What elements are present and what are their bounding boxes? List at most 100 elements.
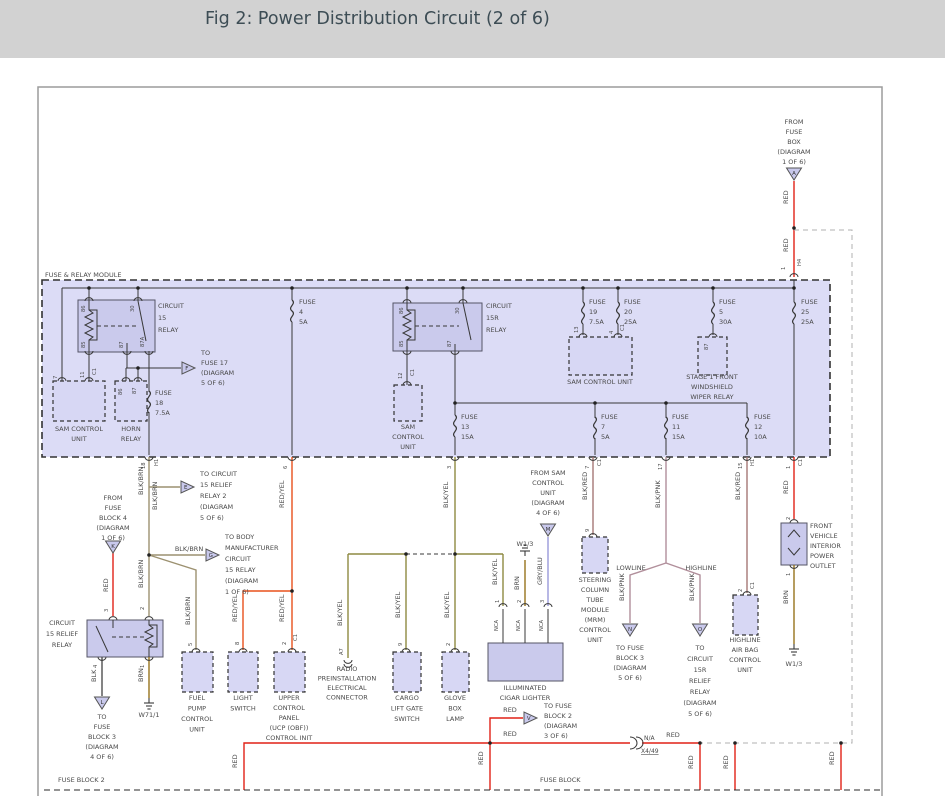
label: 6: [283, 466, 289, 469]
label: TO FUSE: [543, 702, 572, 710]
junction-dot: [664, 401, 668, 405]
label: 4: [299, 308, 303, 316]
highline-air-bag-control-unit-box: [733, 595, 758, 635]
label: (DIAGRAM: [85, 743, 118, 751]
label: RED: [782, 190, 790, 204]
label: NCA: [539, 619, 545, 631]
label: FROM SAM: [530, 469, 565, 477]
junction-dot: [581, 286, 585, 290]
label: RED: [828, 751, 836, 765]
label: BLK/PNK: [654, 480, 662, 508]
label: BLOCK 3: [616, 654, 644, 662]
label: 5 OF 6): [618, 674, 642, 682]
label: RED: [231, 754, 239, 768]
label: CONTROL: [532, 479, 564, 487]
junction-dot: [136, 366, 140, 370]
label: 1: [140, 665, 146, 668]
label: HORN: [121, 425, 141, 433]
label: BOX: [787, 138, 801, 146]
label: MODULE: [581, 606, 609, 614]
label: BLK/YEL: [336, 599, 344, 626]
label: FUSE: [601, 413, 618, 421]
label: BLK/BRN: [184, 596, 192, 625]
label: FRONT: [810, 522, 832, 530]
label: 3: [447, 466, 453, 469]
label: LAMP: [446, 715, 464, 723]
label: BRN: [782, 590, 790, 604]
label: STEERING: [579, 576, 612, 584]
label: H1: [154, 459, 160, 466]
label: 5: [188, 643, 194, 646]
label: RELAY 2: [200, 492, 227, 500]
label: 5: [719, 308, 723, 316]
junction-dot: [488, 741, 492, 745]
label: 5A: [299, 318, 308, 326]
label: BLK/PNK: [688, 573, 696, 601]
label: 2: [282, 642, 288, 645]
label: (DIAGRAM: [613, 664, 646, 672]
label: UPPER: [278, 694, 300, 702]
label: PANEL: [279, 714, 300, 722]
label: 87: [704, 343, 710, 350]
label: 18: [155, 399, 163, 407]
label: BLK/YEL: [394, 591, 402, 618]
label: 2: [738, 589, 744, 592]
label: CIRCUIT: [49, 619, 75, 627]
label: C1: [620, 324, 626, 331]
label: RED: [477, 751, 485, 765]
label: RED: [687, 755, 695, 769]
junction-dot: [792, 226, 796, 230]
label: 8: [235, 642, 241, 645]
label: 1: [786, 573, 792, 576]
junction-dot: [593, 401, 597, 405]
label: RED/YEL: [278, 594, 286, 622]
diagram-connector-letter: E: [184, 485, 188, 491]
label: LOWLINE: [616, 564, 645, 572]
label: 1: [786, 466, 792, 469]
label: FUSE: [801, 298, 818, 306]
label: BLK/BRN: [151, 481, 159, 510]
label: N/A: [644, 735, 656, 742]
label: 7.5A: [589, 318, 604, 326]
junction-dot: [792, 286, 796, 290]
junction-dot: [405, 286, 409, 290]
label: 11: [80, 371, 86, 378]
label: SWITCH: [230, 705, 256, 713]
label: BLK/BRN: [137, 466, 145, 495]
label: UNIT: [400, 443, 416, 451]
label: 7.5A: [155, 409, 170, 417]
label: FUSE BLOCK: [540, 776, 581, 784]
label: FROM: [104, 494, 123, 502]
label: UNIT: [71, 435, 87, 443]
label: BLK/BRN: [175, 545, 204, 553]
label: RELAY: [121, 435, 141, 443]
label: FUSE: [786, 128, 803, 136]
junction-dot: [404, 552, 408, 556]
label: BLK/RED: [734, 472, 742, 500]
label: TUBE: [585, 596, 603, 604]
label: FROM: [785, 118, 804, 126]
diagram-connector-letter: K: [111, 544, 115, 550]
sam-control-unit-box-2: [394, 385, 422, 421]
label: W1/3: [517, 540, 534, 548]
label: BLK/YEL: [442, 481, 450, 508]
label: TO BODY: [224, 533, 254, 541]
glove-box-lamp-box: [442, 652, 469, 692]
label: WINDSHIELD: [691, 383, 733, 391]
label: BLOCK 4: [99, 514, 127, 522]
wiring-diagram-svg: AKLMNOEGFVFUSE & RELAY MODULEFROMFUSEBOX…: [0, 0, 945, 796]
label: (MRM): [585, 616, 606, 624]
label: 15 RELIEF: [200, 481, 233, 489]
label: C1: [92, 368, 98, 375]
junction-dot: [87, 286, 91, 290]
label: 25A: [801, 318, 814, 326]
label: CONTROL: [273, 704, 305, 712]
label: FUSE & RELAY MODULE: [45, 271, 122, 279]
label: OUTLET: [810, 562, 836, 570]
wiper-relay-box: [698, 337, 727, 375]
label: FUSE: [624, 298, 641, 306]
label: (DIAGRAM: [777, 148, 810, 156]
label: TO FUSE: [615, 644, 644, 652]
label: UNIT: [737, 666, 753, 674]
label: BLK/YEL: [443, 591, 451, 618]
